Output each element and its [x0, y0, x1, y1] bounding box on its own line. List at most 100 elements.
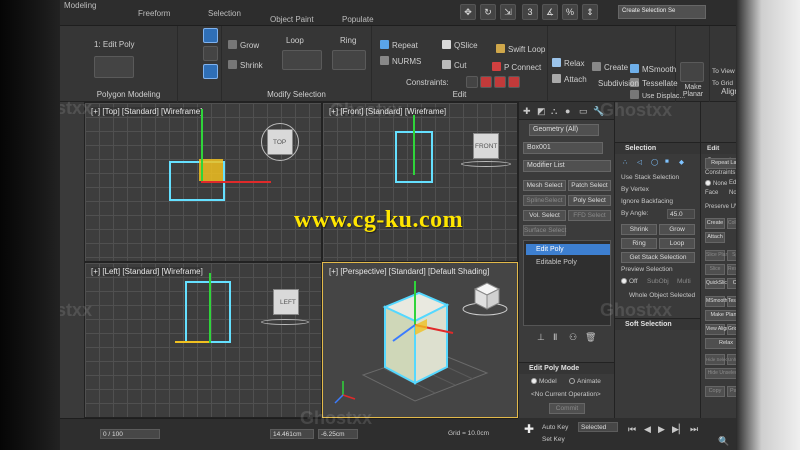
motion-tab-icon[interactable]: ●	[565, 106, 570, 116]
auto-key-button[interactable]: Auto Key	[542, 424, 568, 431]
mesh-select-button[interactable]: Mesh Select	[523, 180, 566, 191]
edge-level-icon[interactable]: ◁	[637, 158, 642, 166]
vertex-mode-icon[interactable]	[203, 28, 218, 43]
grow-button[interactable]: Grow	[228, 40, 259, 50]
relax-button[interactable]: Relax	[552, 58, 584, 68]
quickslice-button[interactable]: QuickSlice	[705, 278, 730, 289]
stack-item-editable-poly[interactable]: Editable Poly	[526, 257, 610, 268]
poly-select-button[interactable]: Poly Select	[568, 195, 611, 206]
constraint-edge-icon[interactable]	[480, 76, 492, 88]
create-geo-button[interactable]: Create	[705, 218, 725, 229]
ffd-select-button[interactable]: FFD Select	[568, 210, 611, 221]
constraint-normal-icon[interactable]	[508, 76, 520, 88]
constraint-face-icon[interactable]	[494, 76, 506, 88]
display-tab-icon[interactable]: ▭	[579, 106, 588, 117]
ring-button[interactable]: Ring	[340, 36, 356, 45]
preview-subobj-radio[interactable]: SubObj	[647, 278, 669, 285]
attach-button[interactable]: Attach	[552, 74, 587, 84]
vol-select-button[interactable]: Vol. Select	[523, 210, 566, 221]
slice-button[interactable]: Slice	[705, 264, 725, 275]
spinner-snap-icon[interactable]: ⇕	[582, 4, 598, 20]
p-connect-button[interactable]: P Connect	[492, 62, 541, 72]
hierarchy-tab-icon[interactable]: ⛬	[551, 106, 557, 117]
viewport-front[interactable]: [+] [Front] [Standard] [Wireframe] FRONT	[322, 102, 518, 262]
snap-3-icon[interactable]: 3	[522, 4, 538, 20]
tab-populate[interactable]: Populate	[342, 15, 374, 24]
border-level-icon[interactable]: ◯	[651, 158, 658, 166]
ignore-backfacing-checkbox[interactable]: Ignore Backfacing	[621, 198, 673, 205]
patch-select-button[interactable]: Patch Select	[568, 180, 611, 191]
by-angle-checkbox[interactable]: By Angle:	[621, 210, 648, 217]
spline-select-button[interactable]: SplineSelect	[523, 195, 566, 206]
attach-geo-button[interactable]: Attach	[705, 232, 725, 243]
stack-item-edit-poly[interactable]: Edit Poly	[526, 244, 610, 255]
model-radio[interactable]: Model	[531, 378, 557, 385]
viewcube-left-icon[interactable]: LEFT	[273, 289, 299, 315]
play-icon[interactable]: ▶	[658, 424, 665, 435]
use-stack-selection-checkbox[interactable]: Use Stack Selection	[621, 174, 679, 181]
x-coordinate-field[interactable]: 14.461cm	[270, 429, 314, 439]
msmooth-button[interactable]: MSmooth	[630, 64, 676, 74]
show-end-result-icon[interactable]: Ⅱ	[553, 332, 557, 343]
loop-button[interactable]: Loop	[286, 36, 304, 45]
viewcube-front-icon[interactable]: FRONT	[473, 133, 499, 159]
viewport-top-label[interactable]: [+] [Top] [Standard] [Wireframe]	[91, 107, 203, 116]
go-to-start-icon[interactable]: ⏮	[628, 424, 636, 435]
tab-selection[interactable]: Selection	[208, 9, 241, 18]
constraint-none-radio[interactable]: None	[705, 180, 727, 187]
pin-stack-icon[interactable]: ⊥	[537, 332, 545, 343]
constraint-none-icon[interactable]	[466, 76, 478, 88]
add-time-tag-icon[interactable]: ✚	[524, 422, 534, 436]
by-vertex-checkbox[interactable]: By Vertex	[621, 186, 649, 193]
object-name-field[interactable]: Box001	[523, 142, 603, 154]
modify-tab-icon[interactable]: ◩	[537, 106, 546, 117]
create-tab-icon[interactable]: ✚	[523, 106, 531, 117]
modifier-stack[interactable]: Edit Poly Editable Poly	[523, 240, 611, 326]
preview-off-radio[interactable]: Off	[621, 278, 638, 285]
viewcube-top-icon[interactable]: TOP	[267, 129, 293, 155]
remove-modifier-icon[interactable]: 🗑	[585, 332, 596, 343]
cut-button[interactable]: Cut	[442, 60, 466, 70]
modify-selection-label[interactable]: Modify Selection	[222, 90, 371, 99]
to-grid-button[interactable]: To Grid	[712, 80, 733, 87]
view-align-button[interactable]: View Align	[705, 324, 729, 335]
scale-tool-icon[interactable]: ⇲	[500, 4, 516, 20]
nurms-button[interactable]: NURMS	[380, 56, 421, 66]
rotate-tool-icon[interactable]: ↻	[480, 4, 496, 20]
viewport-left-label[interactable]: [+] [Left] [Standard] [Wireframe]	[91, 267, 203, 276]
edit-poly-mode-rollout[interactable]: Edit Poly Mode	[519, 362, 615, 374]
named-selection-set[interactable]: Create Selection Se	[618, 5, 706, 19]
tab-modeling[interactable]: Modeling	[64, 1, 96, 10]
set-key-button[interactable]: Set Key	[542, 436, 565, 443]
edge-mode-icon[interactable]	[203, 46, 218, 61]
commit-button[interactable]: Commit	[549, 403, 585, 414]
make-planar-icon[interactable]	[680, 62, 704, 82]
tab-object-paint[interactable]: Object Paint	[270, 15, 314, 24]
shrink-button[interactable]: Shrink	[228, 60, 263, 70]
animate-radio[interactable]: Animate	[569, 378, 601, 385]
loop-mode-button[interactable]	[282, 50, 322, 70]
percent-snap-icon[interactable]: %	[562, 4, 578, 20]
go-to-end-icon[interactable]: ⏭	[690, 424, 698, 435]
viewport-perspective[interactable]: [+] [Perspective] [Standard] [Default Sh…	[322, 262, 518, 418]
polygon-mode-icon[interactable]	[203, 64, 218, 79]
prev-frame-icon[interactable]: ◀	[644, 424, 651, 435]
get-stack-selection-button[interactable]: Get Stack Selection	[621, 252, 695, 263]
to-view-button[interactable]: To View	[712, 68, 735, 75]
slice-plane-button[interactable]: Slice Plane	[705, 250, 731, 261]
tab-freeform[interactable]: Freeform	[138, 9, 170, 18]
msmooth-geo-button[interactable]: MSmooth	[705, 296, 727, 307]
swift-loop-button[interactable]: Swift Loop	[496, 44, 545, 54]
time-slider-frame[interactable]: 0 / 100	[100, 429, 160, 439]
by-angle-field[interactable]: 45.0	[667, 209, 695, 219]
angle-snap-icon[interactable]: ∡	[542, 4, 558, 20]
geometry-dropdown[interactable]: Geometry (All)	[529, 124, 599, 136]
vertex-level-icon[interactable]: ∴	[623, 158, 627, 166]
modifier-list-dropdown[interactable]: Modifier List	[523, 160, 611, 172]
viewport-left[interactable]: [+] [Left] [Standard] [Wireframe] LEFT	[84, 262, 322, 418]
shrink-sel-button[interactable]: Shrink	[621, 224, 657, 235]
selection-rollout[interactable]: Selection	[615, 142, 701, 154]
constraint-face-radio[interactable]: Face	[705, 190, 718, 196]
key-filter-dropdown[interactable]: Selected	[578, 422, 618, 432]
grow-sel-button[interactable]: Grow	[659, 224, 695, 235]
